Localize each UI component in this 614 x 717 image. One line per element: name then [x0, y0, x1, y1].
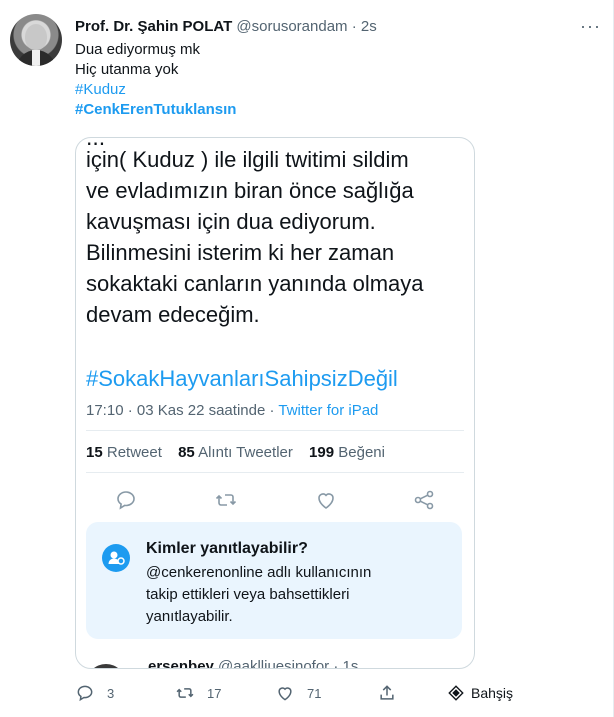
like-button[interactable]: 71 — [275, 682, 321, 704]
tweet-line: Dua ediyormuş mk — [75, 41, 201, 58]
more-options-button[interactable]: ··· — [580, 16, 601, 37]
screenshot-source: Twitter for iPad — [278, 402, 379, 419]
hashtag-link[interactable]: #Kuduz — [75, 80, 236, 100]
author-handle[interactable]: @sorusorandam — [236, 18, 347, 35]
who-can-reply-title: Kimler yanıtlayabilir? — [146, 540, 308, 557]
quote-count: 85 — [178, 444, 195, 461]
reply-header: ersenbey @aaklliuesinofor · 1s... — [148, 658, 371, 669]
reply-button[interactable]: 3 — [75, 682, 114, 704]
tweet-header: Prof. Dr. Şahin POLAT @sorusorandam · 2s — [75, 18, 377, 35]
screenshot-line: Bilinmesini isterim ki her zaman — [86, 240, 395, 265]
reply-body-line: @cenkerenonline adlı kullanıcının — [146, 564, 372, 581]
tip-button[interactable]: Bahşiş — [447, 682, 513, 704]
screenshot-divider — [86, 472, 464, 473]
avatar-shirt — [32, 50, 40, 66]
reply-body-line: yanıtlayabilir. — [146, 608, 233, 625]
screenshot-meta: 17:10 · 03 Kas 22 saatinde · Twitter for… — [86, 402, 378, 419]
tweet-text: Dua ediyormuş mk Hiç utanma yok #Kuduz #… — [75, 40, 236, 120]
reply-name: ersenbey — [148, 658, 214, 669]
screenshot-line: devam edeceğim. — [86, 302, 260, 327]
hashtag-link[interactable]: #CenkErenTutuklansın — [75, 100, 236, 120]
screenshot-tweet-text: için( Kuduz ) ile ilgili twitimi sildim … — [86, 144, 424, 330]
screenshot-stats: 15 Retweet 85 Alıntı Tweetler 199 Beğeni — [86, 444, 397, 461]
reply-count: 3 — [107, 685, 115, 701]
screenshot-line: sokaktaki canların yanında olmaya — [86, 271, 424, 296]
screenshot-line: kavuşması için dua ediyorum. — [86, 209, 376, 234]
screenshot-line: için( Kuduz ) ile ilgili twitimi sildim — [86, 147, 409, 172]
who-can-reply-body: @cenkerenonline adlı kullanıcının takip … — [146, 562, 371, 628]
tweet-media-screenshot[interactable]: ... için( Kuduz ) ile ilgili twitimi sil… — [75, 137, 475, 669]
retweet-label: Retweet — [106, 444, 162, 461]
quote-label: Alıntı Tweetler — [198, 444, 293, 461]
heart-icon — [278, 687, 292, 701]
who-can-reply-box: Kimler yanıtlayabilir? @cenkerenonline a… — [86, 522, 462, 639]
retweet-button[interactable]: 17 — [175, 682, 221, 704]
tweet-action-bar: 3 17 71 Bahşiş — [75, 682, 575, 704]
like-count: 199 — [309, 444, 335, 461]
share-icon — [380, 685, 394, 700]
reply-avatar — [86, 664, 126, 668]
screenshot-hashtag: #SokakHayvanlarıSahipsizDeğil — [86, 366, 398, 391]
tip-icon — [448, 685, 464, 701]
retweet-icon — [176, 688, 194, 698]
avatar-face — [25, 24, 47, 50]
screenshot-line: ve evladımızın biran önce sağlığa — [86, 178, 414, 203]
tweet[interactable]: Prof. Dr. Şahin POLAT @sorusorandam · 2s… — [0, 0, 614, 717]
screenshot-datetime: 17:10 · 03 Kas 22 saatinde · — [86, 402, 279, 419]
author-display-name[interactable]: Prof. Dr. Şahin POLAT — [75, 18, 232, 35]
like-count: 71 — [307, 685, 322, 701]
retweet-count: 17 — [207, 685, 222, 701]
tweet-timestamp[interactable]: 2s — [361, 18, 377, 35]
reply-icon — [117, 491, 135, 510]
screenshot-divider — [86, 430, 464, 431]
reply-body-line: takip ettikleri veya bahsettikleri — [146, 586, 350, 603]
avatar[interactable] — [10, 14, 62, 66]
share-icon — [414, 490, 434, 510]
people-icon — [102, 544, 130, 572]
like-label: Beğeni — [338, 444, 385, 461]
cut-off-reply: ersenbey @aaklliuesinofor · 1s... — [86, 658, 466, 669]
reply-icon — [77, 685, 93, 702]
tweet-line: Hiç utanma yok — [75, 61, 179, 78]
reply-handle: @aaklliuesinofor · 1s... — [218, 658, 371, 669]
header-separator: · — [351, 18, 357, 35]
share-button[interactable] — [377, 682, 397, 704]
screenshot-action-bar — [76, 488, 474, 512]
tip-label: Bahşiş — [471, 685, 514, 701]
retweet-icon — [215, 494, 237, 506]
heart-icon — [318, 493, 334, 509]
retweet-count: 15 — [86, 444, 103, 461]
